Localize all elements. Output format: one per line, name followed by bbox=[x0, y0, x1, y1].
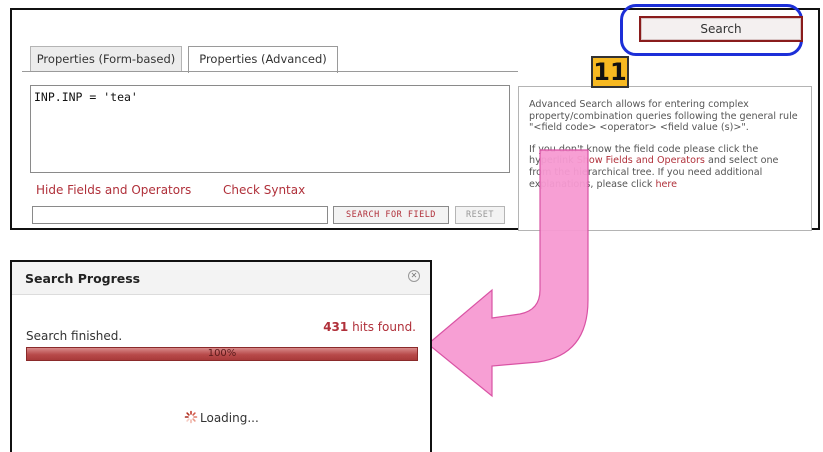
help-paragraph-2: If you don't know the field code please … bbox=[529, 144, 803, 190]
spinner-icon bbox=[184, 410, 198, 424]
field-search-input[interactable] bbox=[32, 206, 328, 224]
step-number-badge: 11 bbox=[591, 56, 629, 88]
hits-found-text: 431 hits found. bbox=[323, 320, 416, 334]
loading-indicator: Loading... bbox=[184, 410, 259, 425]
progress-label: 100% bbox=[207, 348, 237, 359]
progress-bar: 100% bbox=[26, 347, 418, 361]
hits-count: 431 bbox=[323, 320, 349, 334]
help-here-link[interactable]: here bbox=[655, 179, 677, 190]
reset-button[interactable]: RESET bbox=[455, 206, 505, 224]
tab-divider bbox=[22, 71, 518, 72]
hits-suffix: hits found. bbox=[348, 320, 416, 334]
help-paragraph-1: Advanced Search allows for entering comp… bbox=[529, 99, 798, 134]
loading-text: Loading... bbox=[200, 411, 259, 425]
check-syntax-link[interactable]: Check Syntax bbox=[223, 183, 305, 197]
search-progress-dialog: Search Progress ✕ Search finished. 431 h… bbox=[10, 260, 432, 452]
search-button[interactable]: Search bbox=[639, 16, 803, 42]
dialog-title: Search Progress bbox=[25, 271, 141, 286]
help-text-box: Advanced Search allows for entering comp… bbox=[518, 86, 812, 231]
hide-fields-link[interactable]: Hide Fields and Operators bbox=[36, 183, 191, 197]
close-icon[interactable]: ✕ bbox=[408, 270, 420, 282]
tab-properties-form-based[interactable]: Properties (Form-based) bbox=[30, 46, 182, 72]
search-status-text: Search finished. bbox=[26, 329, 123, 343]
query-textarea[interactable]: INP.INP = 'tea' bbox=[30, 85, 510, 173]
search-for-field-button[interactable]: SEARCH FOR FIELD bbox=[333, 206, 449, 224]
dialog-header: Search Progress ✕ bbox=[12, 262, 430, 295]
show-fields-link[interactable]: Show Fields and Operators bbox=[577, 155, 705, 166]
tab-properties-advanced[interactable]: Properties (Advanced) bbox=[188, 46, 338, 73]
